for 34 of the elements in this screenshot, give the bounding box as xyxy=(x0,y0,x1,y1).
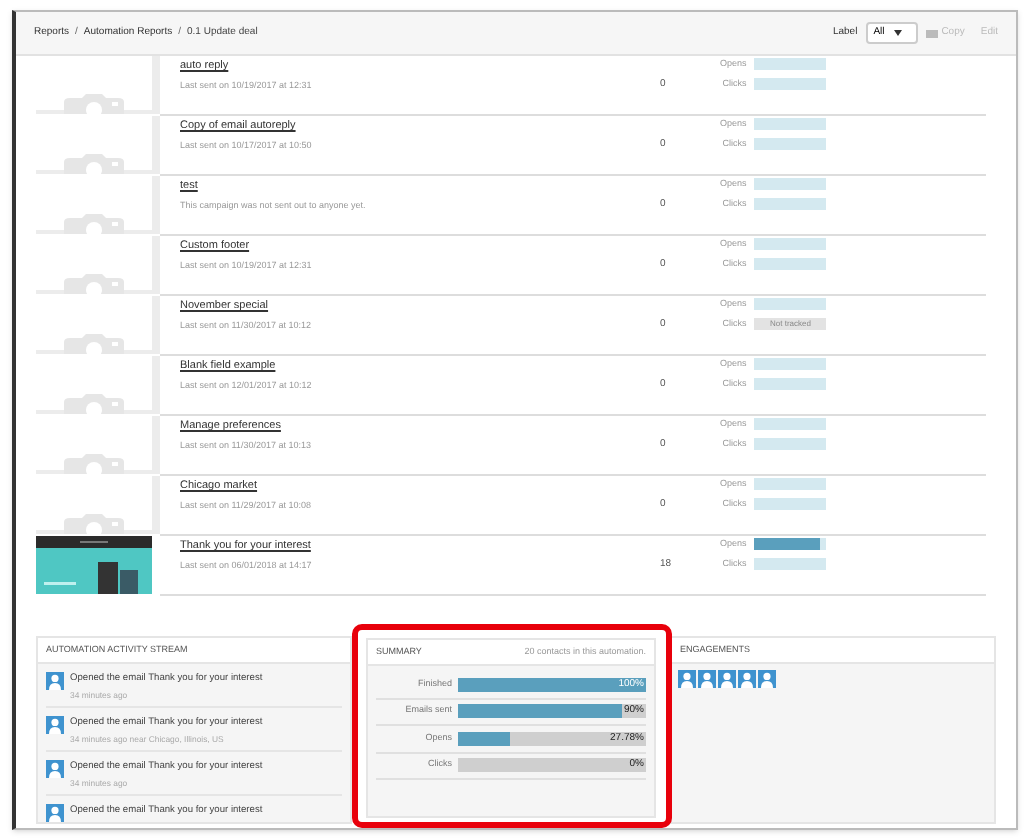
metric-track xyxy=(754,378,827,391)
camera-icon xyxy=(64,454,124,474)
metric-track xyxy=(754,358,827,371)
metric-track xyxy=(754,118,827,131)
metric-track xyxy=(754,198,827,211)
camera-icon xyxy=(64,94,124,114)
avatar-icon xyxy=(698,670,716,688)
camera-icon xyxy=(64,154,124,174)
metric-track xyxy=(754,418,827,431)
camera-icon xyxy=(64,514,124,534)
avatar-icon xyxy=(758,670,776,688)
avatar-icon xyxy=(46,760,64,778)
camera-icon xyxy=(64,334,124,354)
avatar-icon xyxy=(46,672,64,690)
metric-track xyxy=(754,478,827,491)
metric-track xyxy=(754,438,827,451)
avatar-icon xyxy=(718,670,736,688)
metric-track xyxy=(754,238,827,251)
metric-track xyxy=(754,298,827,311)
metric-track xyxy=(754,58,827,71)
avatar-icon xyxy=(46,716,64,734)
metric-track xyxy=(754,138,827,151)
metric-track xyxy=(754,498,827,511)
metric-track xyxy=(754,558,827,571)
metric-track xyxy=(754,78,827,91)
avatar-icon xyxy=(738,670,756,688)
avatar-icon xyxy=(678,670,696,688)
copy-icon xyxy=(925,29,938,37)
metric-track xyxy=(754,258,827,271)
caret-icon xyxy=(894,30,903,36)
camera-icon xyxy=(64,214,124,234)
camera-icon xyxy=(64,274,124,294)
camera-icon xyxy=(64,394,124,414)
metric-track xyxy=(754,178,827,191)
